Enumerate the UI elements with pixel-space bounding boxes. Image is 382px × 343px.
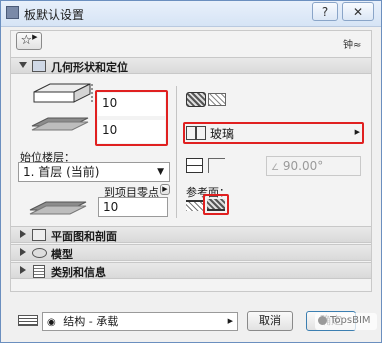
to-project-zero-input[interactable]: 10 (98, 197, 168, 217)
material-swatch-icon (186, 126, 196, 140)
cancel-button[interactable]: 取消 (247, 311, 293, 331)
edge-angle-input[interactable]: ∠ 90.00° (266, 156, 361, 176)
material-selector[interactable]: 玻璃 ▶ (186, 125, 361, 141)
section-classification-header[interactable]: 类别和信息 (11, 262, 371, 279)
watermark-badge: TopsBIM (315, 313, 377, 330)
section-geometry-label: 几何形状和定位 (51, 61, 128, 74)
collapse-icon (19, 62, 27, 68)
edge-angle-icon[interactable] (208, 158, 225, 173)
section-floorplan-header[interactable]: 平面图和剖面 (11, 226, 371, 243)
material-value: 玻璃 (210, 127, 235, 141)
edge-angle-value: 90.00° (282, 159, 324, 173)
column-divider (176, 86, 177, 218)
slab-elevation-diagram (29, 201, 87, 215)
section-model-header[interactable]: 模型 (11, 244, 371, 261)
offset-input[interactable]: 10 (98, 120, 165, 143)
cut-fill-toggle[interactable] (186, 92, 206, 107)
layer-icon (18, 315, 38, 326)
window-title: 板默认设置 (24, 8, 85, 22)
edge-perpendicular-icon[interactable] (186, 158, 203, 173)
section-model-label: 模型 (51, 248, 73, 261)
chevron-right-icon: ▶ (227, 317, 233, 325)
layer-select[interactable]: ◉ 结构 - 承载 ▶ (42, 312, 238, 331)
settings-icon[interactable]: 钟≈ (343, 36, 361, 51)
home-story-select[interactable]: 1. 首层 (当前) ▼ (18, 162, 170, 182)
floorplan-icon (32, 229, 46, 241)
expand-icon (20, 230, 26, 238)
reference-bottom-icon[interactable] (207, 199, 225, 211)
star-icon: ☆ (20, 33, 33, 48)
help-button[interactable]: ? (312, 2, 338, 21)
reference-top-icon[interactable] (186, 200, 203, 211)
close-button[interactable]: ✕ (342, 2, 374, 21)
section-floorplan-label: 平面图和剖面 (51, 230, 117, 243)
geometry-icon (32, 60, 46, 72)
section-geometry-header[interactable]: 几何形状和定位 (11, 57, 371, 74)
expand-icon (20, 248, 26, 256)
chevron-down-icon: ▼ (157, 167, 164, 177)
layer-value: 结构 - 承载 (63, 315, 119, 328)
section-classification-label: 类别和信息 (51, 266, 106, 279)
model-icon (32, 248, 47, 258)
thickness-input[interactable]: 10 (98, 93, 165, 116)
slab-thickness-diagram (31, 83, 93, 131)
chevron-right-icon: ▶ (354, 128, 360, 136)
app-icon (6, 6, 19, 19)
watermark-text: TopsBIM (330, 315, 371, 326)
home-story-value: 1. 首层 (当前) (23, 165, 100, 179)
list-icon (33, 265, 45, 278)
material-swatch-icon-2 (196, 126, 206, 140)
to-project-zero-toggle[interactable]: ▶ (160, 184, 170, 195)
visibility-icon: ◉ (47, 317, 56, 328)
wechat-icon (318, 316, 327, 325)
cut-fill-alt-toggle[interactable] (208, 93, 226, 106)
angle-icon: ∠ (271, 163, 280, 173)
chevron-right-icon: ▶ (32, 33, 38, 41)
expand-icon (20, 266, 26, 274)
favorites-button[interactable]: ☆▶ (16, 32, 42, 50)
